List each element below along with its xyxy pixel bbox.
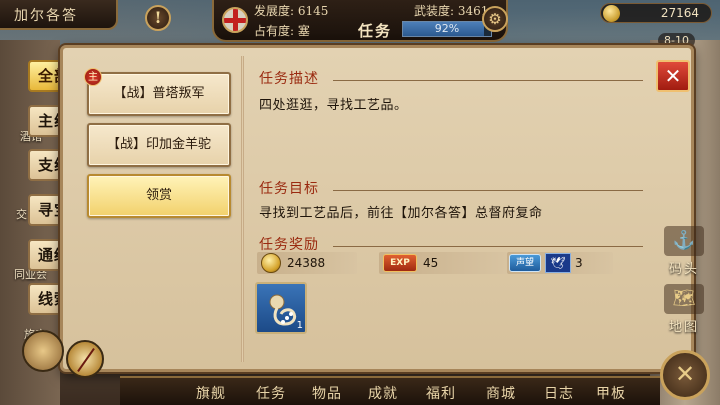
objective-divider	[333, 190, 643, 191]
reward-fame: 声望 🕊 3	[507, 252, 613, 274]
england-flag-icon[interactable]	[222, 7, 248, 33]
sail-action-button[interactable]: ✕	[660, 350, 710, 400]
reward-fame-value: 3	[575, 256, 583, 270]
nav-deck[interactable]: 甲板	[596, 383, 626, 403]
panel-divider	[241, 56, 244, 362]
exp-icon: EXP	[383, 254, 417, 272]
coin-amount: 27164	[660, 6, 699, 20]
gear-icon[interactable]: ⚙	[482, 6, 508, 32]
fame-icon: 声望	[509, 254, 541, 272]
quest-panel: 主 【战】普塔叛军 【战】印加金羊驼 领赏 任务描述 四处逛逛，寻找工艺品。 任…	[60, 45, 694, 372]
stats-bar: 发展度: 6145 武装度: 3461 占有度: 塞 任务 92%	[212, 0, 508, 42]
description-text: 四处逛逛，寻找工艺品。	[259, 98, 408, 113]
quest-item-3[interactable]: 领赏	[87, 174, 231, 218]
occupation-stat: 占有度: 塞	[254, 22, 310, 39]
quest-list: 主 【战】普塔叛军 【战】印加金羊驼 领赏	[84, 60, 235, 360]
nav-log[interactable]: 日志	[544, 383, 574, 403]
description-divider	[333, 80, 643, 81]
reward-coins-value: 24388	[287, 256, 326, 270]
map-button[interactable]: 🗺 地图	[658, 284, 710, 340]
reward-exp-value: 45	[423, 256, 439, 270]
nav-welfare[interactable]: 福利	[426, 383, 456, 403]
occupation-value: 塞	[297, 24, 310, 38]
development-value: 6145	[297, 4, 329, 18]
occupation-label: 占有度:	[254, 24, 295, 38]
description-header: 任务描述	[259, 71, 319, 87]
objective-header: 任务目标	[259, 181, 319, 197]
window-title: 任务	[358, 22, 393, 40]
compass-icon[interactable]	[66, 340, 104, 378]
reward-item-slot[interactable]: 1	[255, 282, 307, 334]
quest-item-1[interactable]: 主 【战】普塔叛军	[84, 68, 231, 116]
occupation-progress-text: 92%	[434, 22, 460, 35]
alert-icon[interactable]: !	[145, 5, 171, 31]
reward-item-count: 1	[296, 320, 303, 331]
quest-item-label: 领赏	[145, 188, 172, 203]
development-label: 发展度:	[254, 4, 295, 18]
nav-items[interactable]: 物品	[312, 383, 342, 403]
trade-label: 交	[16, 208, 27, 221]
quest-item-2[interactable]: 【战】印加金羊驼	[87, 123, 231, 167]
quest-item-label: 【战】印加金羊驼	[106, 137, 211, 152]
objective-text: 寻找到工艺品后，前往【加尔各答】总督府复命	[259, 206, 543, 221]
dock-label: 码头	[668, 262, 699, 277]
reward-exp: EXP 45	[379, 252, 507, 274]
dock-button[interactable]: ⚓ 码头	[658, 226, 710, 282]
armament-label: 武装度:	[414, 4, 455, 18]
rewards-header: 任务奖励	[259, 237, 319, 253]
close-button[interactable]: ✕	[656, 60, 690, 92]
nav-mall[interactable]: 商城	[486, 383, 516, 403]
map-icon: 🗺	[664, 284, 704, 314]
menu-round-button[interactable]	[22, 330, 64, 372]
main-quest-badge: 主	[84, 68, 102, 86]
coin-icon	[261, 253, 281, 273]
nav-quest[interactable]: 任务	[256, 383, 286, 403]
occupation-progress-bar: 92%	[402, 21, 492, 37]
coin-icon	[603, 5, 620, 22]
location-title[interactable]: 加尔各答	[0, 0, 118, 30]
nav-flagship[interactable]: 旗舰	[196, 383, 226, 403]
coin-display: 27164	[600, 3, 712, 23]
development-stat: 发展度: 6145	[254, 2, 328, 19]
bottom-nav: 旗舰 任务 物品 成就 福利 商城 日志 甲板	[120, 376, 660, 405]
nav-achievements[interactable]: 成就	[368, 383, 398, 403]
map-label: 地图	[668, 320, 699, 335]
reward-coins: 24388	[257, 252, 357, 274]
dock-icon: ⚓	[664, 226, 704, 256]
bird-icon: 🕊	[545, 253, 571, 273]
rewards-divider	[333, 246, 643, 247]
armament-stat: 武装度: 3461	[414, 2, 488, 19]
quest-item-label: 【战】普塔叛军	[113, 86, 205, 101]
